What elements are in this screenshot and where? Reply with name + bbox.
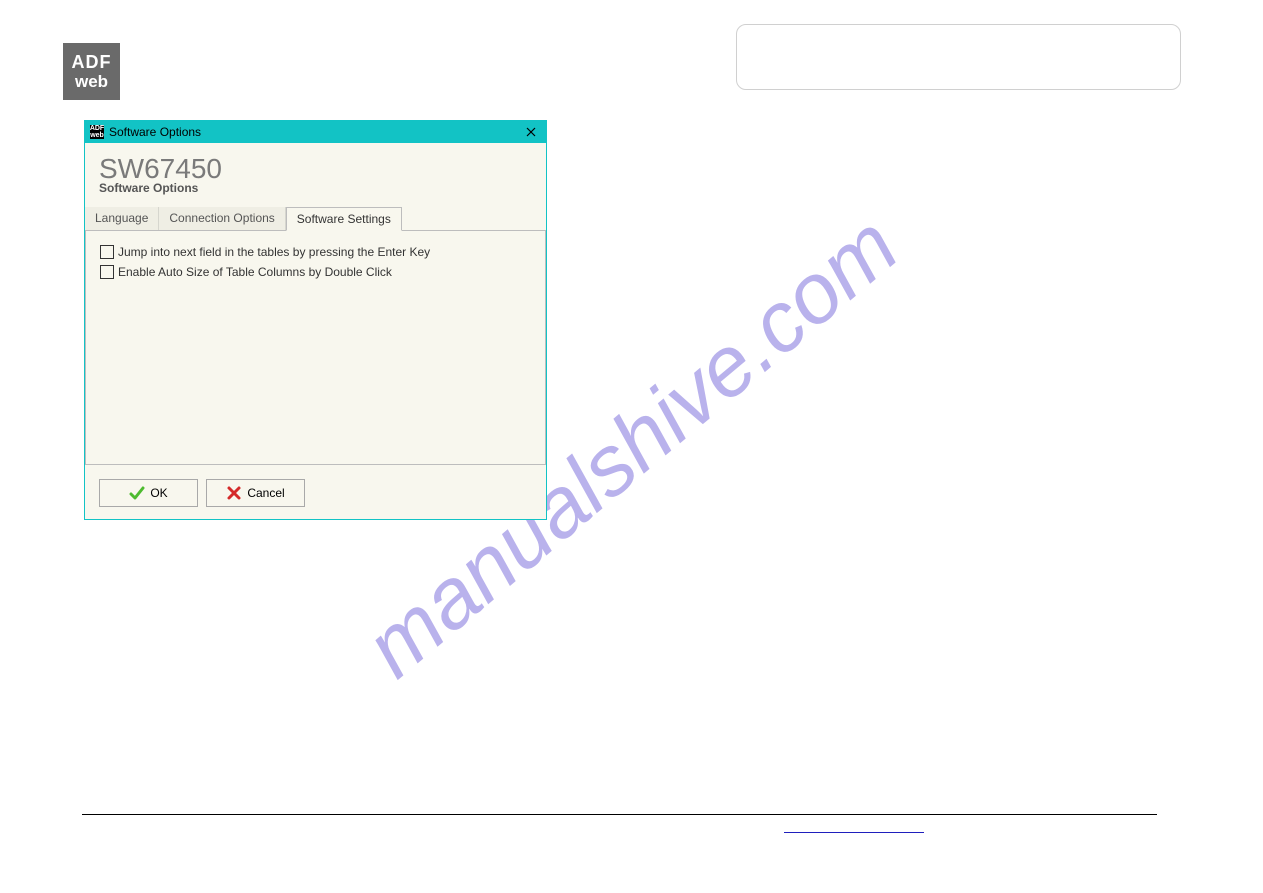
cancel-button-label: Cancel [247, 486, 284, 500]
footer-divider [82, 814, 1157, 815]
option-row-jump-enter: Jump into next field in the tables by pr… [100, 245, 531, 259]
footer-link[interactable] [784, 822, 924, 833]
tab-connection-options[interactable]: Connection Options [159, 207, 285, 230]
logo-line2: web [75, 73, 108, 90]
software-options-dialog: ADFweb Software Options SW67450 Software… [84, 120, 547, 520]
tab-software-settings[interactable]: Software Settings [286, 207, 402, 231]
top-box [736, 24, 1181, 90]
ok-button-label: OK [150, 486, 167, 500]
dialog-header: SW67450 Software Options [85, 143, 546, 199]
cancel-icon [226, 485, 242, 501]
button-bar: OK Cancel [85, 471, 546, 519]
close-icon[interactable] [516, 121, 546, 143]
titlebar-title: Software Options [109, 125, 516, 139]
checkbox-jump-enter[interactable] [100, 245, 114, 259]
app-icon: ADFweb [90, 125, 104, 139]
tab-language[interactable]: Language [85, 207, 159, 230]
logo: ADF web [63, 43, 120, 100]
checkbox-auto-size[interactable] [100, 265, 114, 279]
tab-content: Jump into next field in the tables by pr… [85, 231, 546, 465]
option-row-auto-size: Enable Auto Size of Table Columns by Dou… [100, 265, 531, 279]
check-icon [129, 485, 145, 501]
tab-bar: Language Connection Options Software Set… [85, 207, 546, 231]
cancel-button[interactable]: Cancel [206, 479, 305, 507]
titlebar: ADFweb Software Options [85, 121, 546, 143]
dialog-header-subtitle: Software Options [99, 181, 532, 195]
option-label: Enable Auto Size of Table Columns by Dou… [118, 265, 392, 279]
logo-line1: ADF [72, 53, 112, 71]
ok-button[interactable]: OK [99, 479, 198, 507]
option-label: Jump into next field in the tables by pr… [118, 245, 430, 259]
